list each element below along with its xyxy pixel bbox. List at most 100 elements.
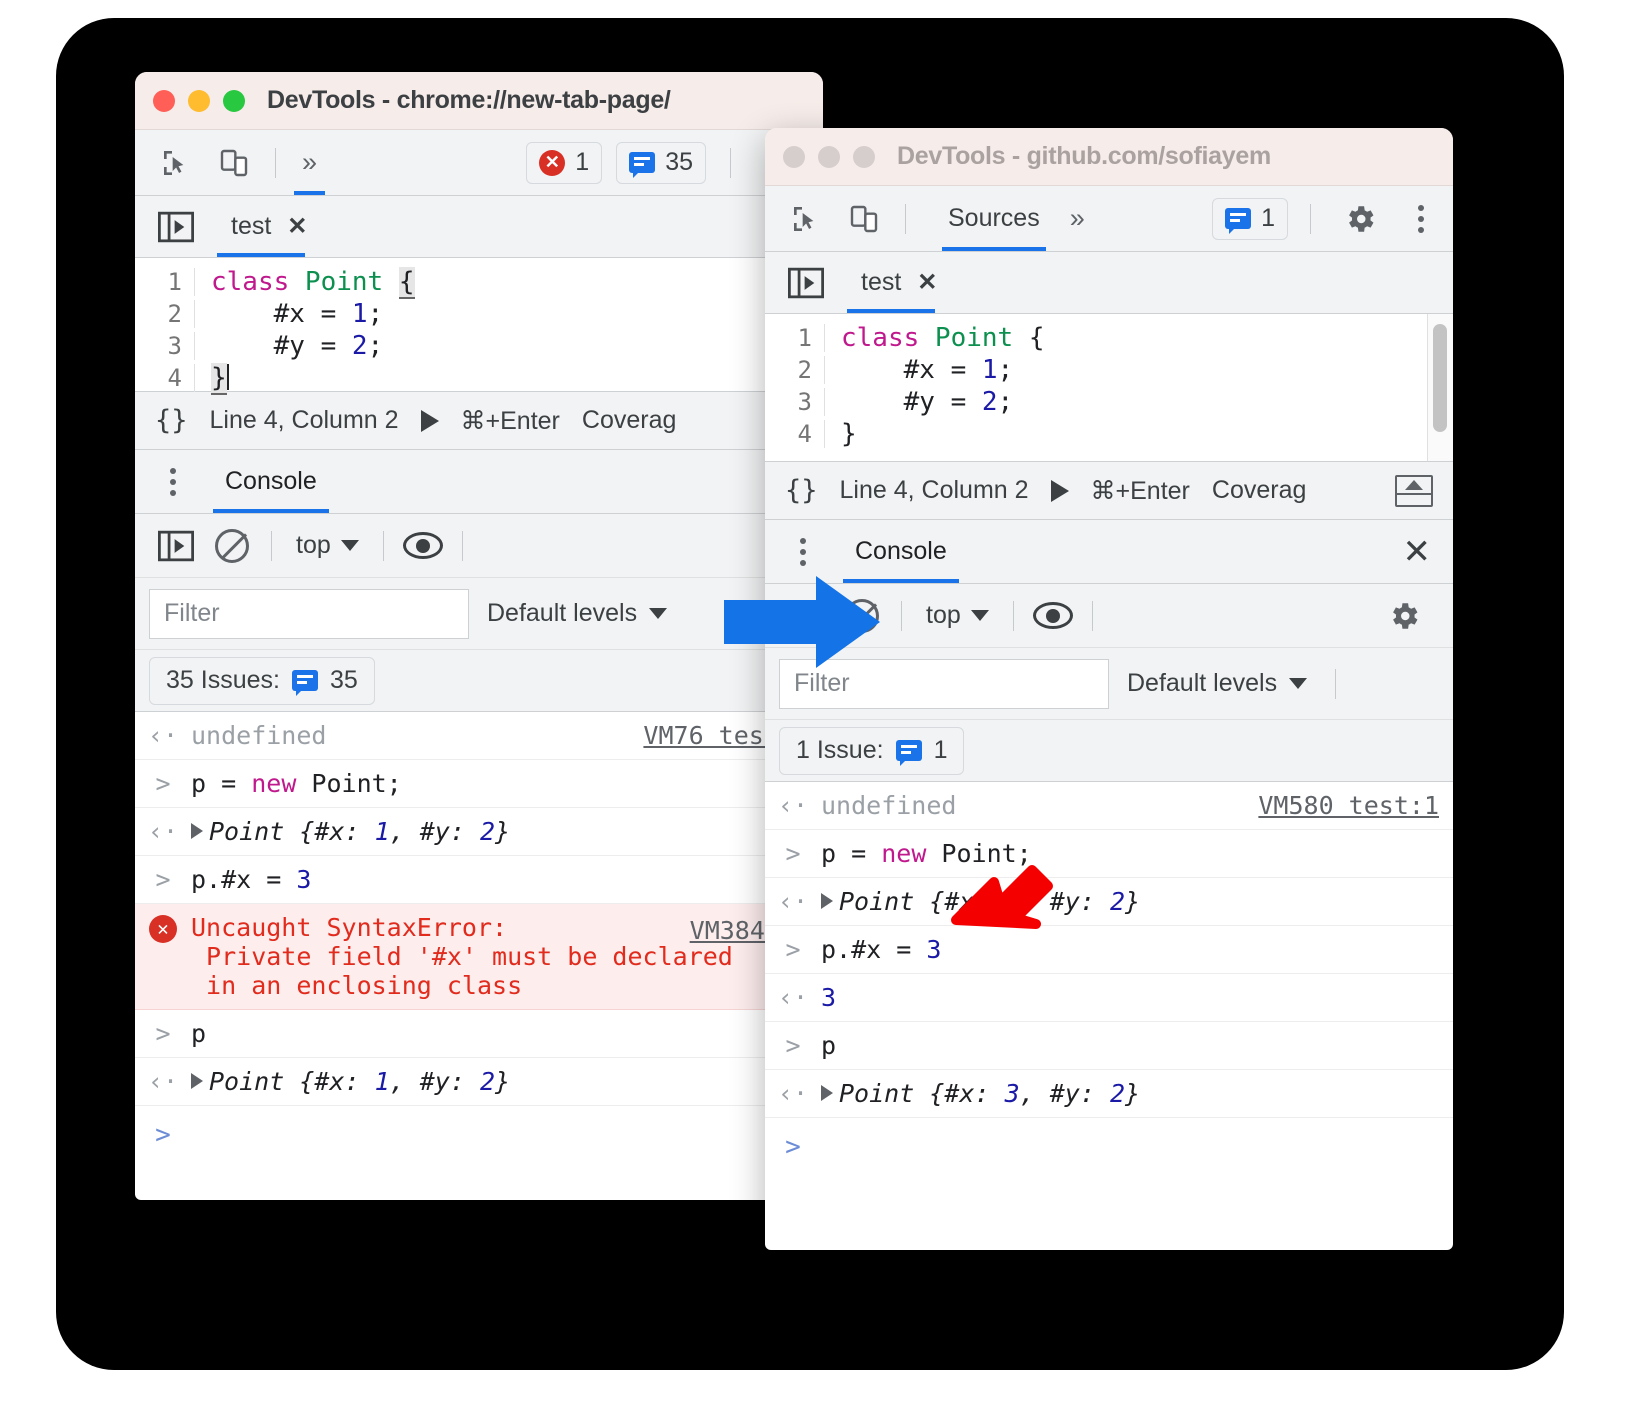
console-divider-1 xyxy=(901,600,902,631)
log-levels-selector[interactable]: Default levels xyxy=(487,599,668,628)
back-editor-statusbar[interactable]: {} Line 4, Column 2 ⌘+Enter Coverag xyxy=(135,392,823,450)
log-row[interactable]: > p.#x = 3 xyxy=(765,926,1453,974)
front-console-log[interactable]: ‹· undefined VM580 test:1 > p = new Poin… xyxy=(765,782,1453,1176)
zoom-window-button[interactable] xyxy=(223,89,245,112)
pretty-print-icon[interactable]: {} xyxy=(155,405,188,436)
back-code-editor[interactable]: 1 class Point { 2 #x = 1; 3 #y = 2; 4 } xyxy=(135,258,823,395)
gear-icon[interactable] xyxy=(1333,192,1387,246)
log-row[interactable]: ‹· Point {#x: 3, #y: 2} xyxy=(765,1070,1453,1118)
log-text[interactable]: Point {#x: 1, #y: 2} xyxy=(191,1067,510,1096)
console-prompt[interactable]: > xyxy=(765,1118,1453,1176)
code-text: #y = 2; xyxy=(211,331,384,361)
front-issues-row[interactable]: 1 Issue: 1 xyxy=(765,720,1453,782)
file-tab-test[interactable]: test ✕ xyxy=(845,253,953,313)
close-icon[interactable]: ✕ xyxy=(1403,535,1432,569)
coverage-label[interactable]: Coverag xyxy=(1212,476,1307,505)
minimize-window-button[interactable] xyxy=(818,145,840,168)
devtools-main-toolbar[interactable]: » ✕ 1 35 xyxy=(135,130,823,196)
devtools-window-front[interactable]: DevTools - github.com/sofiayem Sources » xyxy=(765,128,1453,1250)
log-row[interactable]: ‹· 3 xyxy=(765,974,1453,1022)
log-row[interactable]: ‹· undefined VM76 test:1 xyxy=(135,712,823,760)
log-levels-selector[interactable]: Default levels xyxy=(1127,669,1308,698)
traffic-lights[interactable] xyxy=(153,89,245,112)
expand-triangle-icon[interactable] xyxy=(191,823,203,839)
live-expression-icon[interactable] xyxy=(396,519,450,573)
zoom-window-button[interactable] xyxy=(853,145,875,168)
log-row[interactable]: > p xyxy=(765,1022,1453,1070)
run-snippet-icon[interactable] xyxy=(420,409,439,432)
issues-bar-button[interactable]: 1 Issue: 1 xyxy=(779,726,965,775)
line-number: 4 xyxy=(765,420,825,448)
front-window-titlebar: DevTools - github.com/sofiayem xyxy=(765,128,1453,186)
filter-input[interactable]: Filter xyxy=(149,588,469,639)
gear-icon[interactable] xyxy=(1377,589,1431,643)
input-arrow-icon: > xyxy=(155,769,171,798)
log-row[interactable]: ‹· Point {#x: 1, #y: 2} xyxy=(135,1058,823,1106)
inspect-cursor-icon[interactable] xyxy=(779,192,833,246)
back-drawer-header[interactable]: Console xyxy=(135,450,823,514)
back-console-toolbar[interactable]: top xyxy=(135,514,823,578)
issues-counter[interactable]: 35 xyxy=(616,141,706,184)
editor-scrollbar[interactable] xyxy=(1433,324,1447,432)
code-line: 4 } xyxy=(765,418,1453,450)
close-icon[interactable]: ✕ xyxy=(287,212,307,241)
show-drawer-icon[interactable] xyxy=(1395,474,1433,507)
issues-bar-button[interactable]: 35 Issues: 35 xyxy=(149,656,375,705)
log-row[interactable]: ‹· Point {#x: 1, #y: 2} xyxy=(135,808,823,856)
back-issues-row[interactable]: 35 Issues: 35 xyxy=(135,650,823,712)
log-row[interactable]: > p.#x = 3 xyxy=(135,856,823,904)
log-row[interactable]: > p = new Point; xyxy=(765,830,1453,878)
log-text[interactable]: Point {#x: 3, #y: 2} xyxy=(821,1079,1140,1108)
minimize-window-button[interactable] xyxy=(188,89,210,112)
kebab-menu-icon[interactable] xyxy=(1399,204,1443,233)
execution-context-selector[interactable]: top xyxy=(284,531,371,560)
coverage-label[interactable]: Coverag xyxy=(582,406,677,435)
close-window-button[interactable] xyxy=(783,145,805,168)
log-row-error[interactable]: ✕ Uncaught SyntaxError: Private field '#… xyxy=(135,904,823,1010)
log-row[interactable]: ‹· undefined VM580 test:1 xyxy=(765,782,1453,830)
back-console-log[interactable]: ‹· undefined VM76 test:1 > p = new Point… xyxy=(135,712,823,1164)
more-panels-button[interactable]: » xyxy=(290,131,329,195)
traffic-lights[interactable] xyxy=(783,145,875,168)
expand-triangle-icon[interactable] xyxy=(821,893,833,909)
source-link[interactable]: VM580 test:1 xyxy=(1258,791,1439,820)
device-toolbar-icon[interactable] xyxy=(837,192,891,246)
pretty-print-icon[interactable]: {} xyxy=(785,475,818,506)
expand-triangle-icon[interactable] xyxy=(821,1085,833,1101)
log-row[interactable]: > p = new Point; xyxy=(135,760,823,808)
execution-context-selector[interactable]: top xyxy=(914,601,1001,630)
tab-console[interactable]: Console xyxy=(213,451,329,513)
error-counter[interactable]: ✕ 1 xyxy=(526,141,603,184)
more-panels-button[interactable]: » xyxy=(1058,187,1097,251)
log-row[interactable]: > p xyxy=(135,1010,823,1058)
kebab-menu-icon[interactable] xyxy=(151,467,195,496)
show-navigator-icon[interactable] xyxy=(149,200,203,254)
live-expression-icon[interactable] xyxy=(1026,589,1080,643)
expand-triangle-icon[interactable] xyxy=(191,1073,203,1089)
clear-console-icon[interactable] xyxy=(205,519,259,573)
sources-tab-strip[interactable]: test ✕ xyxy=(765,252,1453,314)
devtools-window-back[interactable]: DevTools - chrome://new-tab-page/ » ✕ 1 … xyxy=(135,72,823,1200)
devtools-main-toolbar[interactable]: Sources » 1 xyxy=(765,186,1453,252)
close-window-button[interactable] xyxy=(153,89,175,112)
show-navigator-icon[interactable] xyxy=(779,256,833,310)
front-editor-statusbar[interactable]: {} Line 4, Column 2 ⌘+Enter Coverag xyxy=(765,462,1453,520)
device-toolbar-icon[interactable] xyxy=(207,136,261,190)
close-icon[interactable]: ✕ xyxy=(917,268,937,297)
console-prompt[interactable]: > xyxy=(135,1106,823,1164)
output-arrow-icon: ‹· xyxy=(147,1067,179,1096)
file-tab-test[interactable]: test ✕ xyxy=(215,197,323,257)
sources-tab-strip[interactable]: test ✕ xyxy=(135,196,823,258)
log-text[interactable]: Point {#x: 1, #y: 2} xyxy=(191,817,510,846)
log-row[interactable]: ‹· Point {#x: 1, #y: 2} xyxy=(765,878,1453,926)
back-filter-row[interactable]: Filter Default levels xyxy=(135,578,823,650)
inspect-cursor-icon[interactable] xyxy=(149,136,203,190)
console-sidebar-icon[interactable] xyxy=(149,519,203,573)
kebab-menu-icon[interactable] xyxy=(781,537,825,566)
log-text: p.#x = 3 xyxy=(191,865,312,894)
tab-sources[interactable]: Sources xyxy=(934,187,1054,251)
console-divider-2 xyxy=(1012,600,1014,631)
front-code-editor[interactable]: 1 class Point { 2 #x = 1; 3 #y = 2; 4 } xyxy=(765,314,1453,462)
issues-counter[interactable]: 1 xyxy=(1212,197,1288,240)
run-snippet-icon[interactable] xyxy=(1050,479,1069,502)
